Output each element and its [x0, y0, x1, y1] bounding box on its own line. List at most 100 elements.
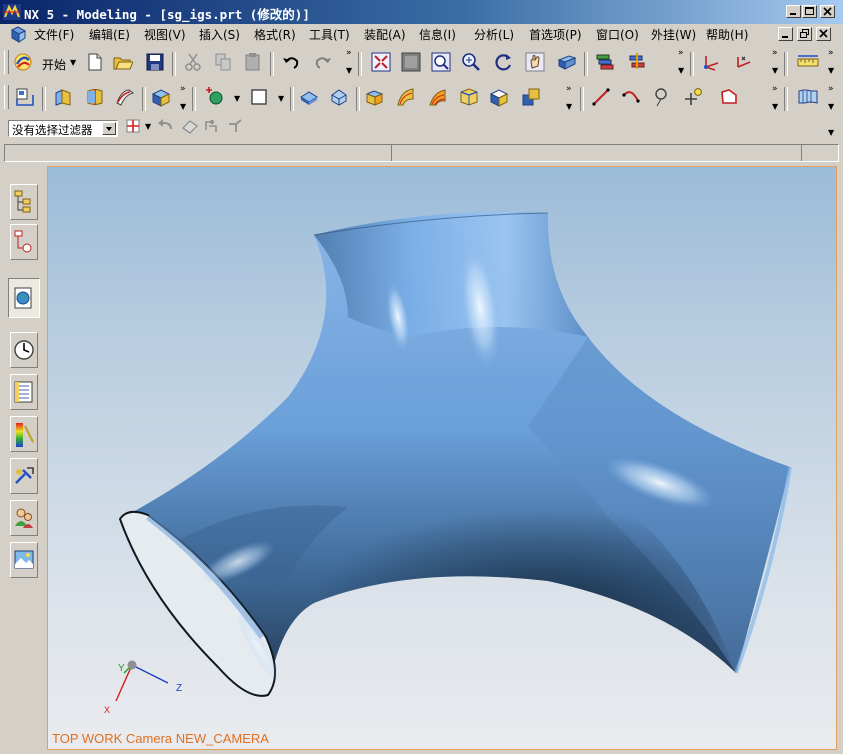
- resource-tab-roles[interactable]: [10, 500, 38, 536]
- menu-window[interactable]: 窗口(O): [593, 27, 642, 43]
- toolbar-options-arrow[interactable]: ▼: [828, 128, 834, 137]
- toolbar-options-arrow[interactable]: ▼: [828, 102, 834, 111]
- graphics-window[interactable]: Y Z X TOP WORK Camera NEW_CAMERA: [47, 166, 837, 750]
- sketch-button[interactable]: [12, 84, 38, 110]
- redo-button[interactable]: [310, 49, 336, 75]
- resource-tab-part-navigator[interactable]: [10, 224, 38, 260]
- extrude-button[interactable]: [50, 84, 76, 110]
- doc-minimize-button[interactable]: [778, 27, 793, 41]
- title-bar[interactable]: NX 5 - Modeling - [sg_igs.prt (修改的)]: [0, 0, 843, 24]
- toolbar-options-arrow[interactable]: ▼: [828, 66, 834, 75]
- snap-end-button[interactable]: [224, 117, 250, 139]
- copy-button[interactable]: [210, 49, 236, 75]
- more-tools-chevron[interactable]: »: [828, 84, 833, 94]
- start-label[interactable]: 开始: [42, 56, 66, 73]
- maximize-button[interactable]: [802, 5, 817, 18]
- datum-plane-button[interactable]: [202, 84, 228, 110]
- trim-body-button[interactable]: [362, 84, 388, 110]
- paste-button[interactable]: [240, 49, 266, 75]
- more-tools-chevron[interactable]: »: [772, 48, 777, 58]
- menu-help[interactable]: 帮助(H): [703, 27, 751, 43]
- pan-button[interactable]: [522, 49, 548, 75]
- line-button[interactable]: [588, 84, 614, 110]
- doc-restore-button[interactable]: [797, 27, 812, 41]
- menu-addons[interactable]: 外挂(W): [648, 27, 699, 43]
- fit-button[interactable]: [368, 49, 394, 75]
- resource-tab-process-studio[interactable]: [10, 458, 38, 494]
- close-button[interactable]: [820, 5, 835, 18]
- resource-tab-assembly-navigator[interactable]: [10, 184, 38, 220]
- start-button[interactable]: [10, 49, 36, 75]
- unite-button[interactable]: [518, 84, 544, 110]
- measure-distance-button[interactable]: [794, 49, 820, 75]
- revolve-button[interactable]: [82, 84, 108, 110]
- shaded-view-button[interactable]: [554, 49, 580, 75]
- menu-format[interactable]: 格式(R): [251, 27, 299, 43]
- layer-settings-button[interactable]: [592, 49, 618, 75]
- cut-button[interactable]: [180, 49, 206, 75]
- type-filter-dropdown[interactable]: 没有选择过滤器: [8, 120, 118, 137]
- menu-tools[interactable]: 工具(T): [306, 27, 353, 43]
- edge-blend-button[interactable]: [296, 84, 322, 110]
- new-button[interactable]: [82, 49, 108, 75]
- circle-point-button[interactable]: [648, 84, 674, 110]
- more-tools-chevron[interactable]: »: [346, 48, 351, 58]
- zoom-window-button[interactable]: [398, 49, 424, 75]
- rotate-button[interactable]: [490, 49, 516, 75]
- surface-button[interactable]: [794, 84, 820, 110]
- resource-tab-system-scenes[interactable]: [10, 542, 38, 578]
- resource-tab-visualization[interactable]: [10, 416, 38, 452]
- datum-dropdown-arrow[interactable]: ▼: [234, 94, 240, 103]
- menu-assemblies[interactable]: 装配(A): [361, 27, 409, 43]
- menu-analysis[interactable]: 分析(L): [471, 27, 517, 43]
- menu-preferences[interactable]: 首选项(P): [526, 27, 585, 43]
- start-dropdown-arrow[interactable]: ▼: [70, 58, 76, 67]
- more-tools-chevron[interactable]: »: [180, 84, 185, 94]
- deselect-button[interactable]: [154, 117, 180, 139]
- resource-tab-web-browser[interactable]: [8, 278, 40, 318]
- wcs-dynamics-button[interactable]: [698, 49, 724, 75]
- undo-button[interactable]: [278, 49, 304, 75]
- zoom-region-button[interactable]: [428, 49, 454, 75]
- toolbar-options-arrow[interactable]: ▼: [772, 66, 778, 75]
- toolbar-options-arrow[interactable]: ▼: [346, 66, 352, 75]
- menu-insert[interactable]: 插入(S): [196, 27, 243, 43]
- snap-point-button[interactable]: [200, 117, 226, 139]
- arc-button[interactable]: [618, 84, 644, 110]
- more-tools-chevron[interactable]: »: [566, 84, 571, 94]
- resource-tab-reuse-library[interactable]: [10, 374, 38, 410]
- doc-close-button[interactable]: [816, 27, 831, 41]
- move-to-layer-button[interactable]: [624, 49, 650, 75]
- block-button[interactable]: [148, 84, 174, 110]
- toolbar-options-arrow[interactable]: ▼: [772, 102, 778, 111]
- basic-curves-button[interactable]: [716, 84, 742, 110]
- resource-tab-history[interactable]: [10, 332, 38, 368]
- selection-scope-dropdown-arrow[interactable]: ▼: [145, 122, 151, 131]
- zoom-button[interactable]: [458, 49, 484, 75]
- toolbar-grip[interactable]: [4, 85, 9, 109]
- sweep-button[interactable]: [112, 84, 138, 110]
- plane-dropdown-arrow[interactable]: ▼: [278, 94, 284, 103]
- point-button[interactable]: [680, 84, 706, 110]
- type-filter-dropdown-button[interactable]: [102, 122, 116, 135]
- menu-edit[interactable]: 编辑(E): [86, 27, 133, 43]
- document-window-icon[interactable]: [10, 26, 28, 43]
- toolbar-options-arrow[interactable]: ▼: [678, 66, 684, 75]
- through-curve-mesh-button[interactable]: [424, 84, 450, 110]
- more-tools-chevron[interactable]: »: [678, 48, 683, 58]
- menu-file[interactable]: 文件(F): [31, 27, 77, 43]
- open-button[interactable]: [110, 49, 136, 75]
- swept-surface-button[interactable]: [456, 84, 482, 110]
- more-tools-chevron[interactable]: »: [828, 48, 833, 58]
- chamfer-button[interactable]: [326, 84, 352, 110]
- shell-button[interactable]: [486, 84, 512, 110]
- toolbar-options-arrow[interactable]: ▼: [566, 102, 572, 111]
- toolbar-grip[interactable]: [4, 50, 9, 74]
- through-curves-button[interactable]: [392, 84, 418, 110]
- toolbar-options-arrow[interactable]: ▼: [180, 102, 186, 111]
- save-button[interactable]: [142, 49, 168, 75]
- wcs-origin-button[interactable]: [730, 49, 756, 75]
- minimize-button[interactable]: [786, 5, 801, 18]
- menu-information[interactable]: 信息(I): [416, 27, 459, 43]
- menu-view[interactable]: 视图(V): [141, 27, 189, 43]
